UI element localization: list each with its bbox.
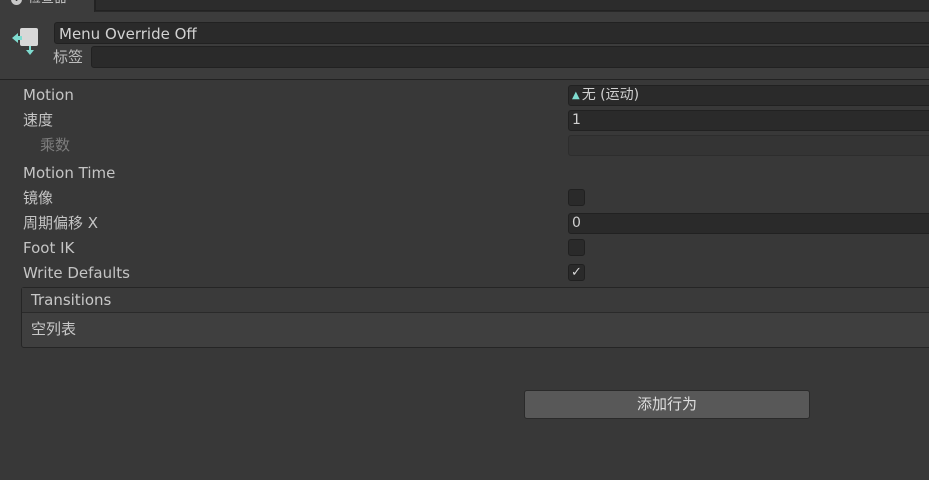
speed-label: 速度 — [23, 111, 54, 129]
tag-field[interactable] — [91, 46, 929, 68]
motion-label: Motion — [23, 86, 74, 104]
transitions-empty-text: 空列表 — [31, 320, 77, 338]
add-behaviour-button[interactable]: 添加行为 — [524, 390, 810, 419]
multiplier-label: 乘数 — [40, 136, 71, 154]
motion-icon: ▲ — [572, 90, 580, 101]
state-name-field[interactable]: Menu Override Off — [54, 22, 929, 44]
mirror-checkbox[interactable] — [568, 189, 585, 206]
animator-state-icon — [12, 28, 38, 55]
foot-ik-checkbox[interactable] — [568, 239, 585, 256]
tab-bar-empty — [95, 0, 929, 11]
tag-label: 标签 — [53, 48, 84, 66]
transitions-title: Transitions — [31, 291, 112, 309]
mirror-label: 镜像 — [23, 189, 54, 207]
motion-value: 无 (运动) — [581, 87, 640, 103]
transitions-list: Transitions 空列表 — [21, 287, 929, 348]
tab-inspector-label: 检查器 — [28, 0, 67, 8]
write-defaults-checkbox[interactable]: ✓ — [568, 264, 585, 281]
cycle-offset-field[interactable]: 0 — [568, 213, 929, 234]
foot-ik-label: Foot IK — [23, 239, 75, 257]
motion-field[interactable]: ▲ 无 (运动) — [568, 85, 929, 106]
motion-time-label: Motion Time — [23, 164, 116, 182]
transitions-header[interactable] — [22, 288, 929, 313]
cycle-offset-label: 周期偏移 X — [23, 214, 99, 232]
speed-field[interactable]: 1 — [568, 110, 929, 131]
write-defaults-label: Write Defaults — [23, 264, 130, 282]
multiplier-field — [568, 135, 929, 156]
